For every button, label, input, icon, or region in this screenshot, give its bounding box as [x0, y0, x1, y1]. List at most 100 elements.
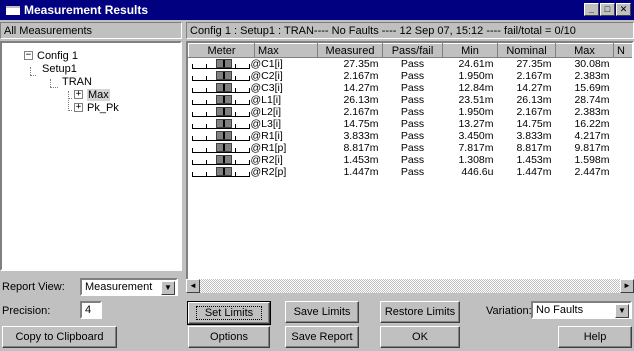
- pass-fail-cell: Pass: [400, 94, 425, 106]
- maximize-button[interactable]: □: [600, 3, 615, 16]
- pass-fail-cell: Pass: [400, 166, 425, 178]
- report-view-label: Report View:: [2, 281, 65, 293]
- table-row[interactable]: @R1[i] 3.833m Pass 3.450m 3.833m 4.217m: [189, 130, 633, 142]
- measurement-tree[interactable]: − Config 1 Setup1 TRAN + Max + Pk_Pk: [0, 41, 182, 271]
- save-limits-button[interactable]: Save Limits: [285, 301, 359, 323]
- expand-icon[interactable]: +: [74, 103, 83, 112]
- collapse-icon[interactable]: −: [24, 51, 33, 60]
- pass-fail-cell: Pass: [400, 82, 425, 94]
- table-row[interactable]: @C1[i] 27.35m Pass 24.61m 27.35m 30.08m: [189, 58, 633, 71]
- max-cell: 15.69m: [574, 82, 610, 94]
- column-header-meter[interactable]: Meter: [188, 43, 255, 58]
- scroll-left-icon[interactable]: ◄: [186, 279, 200, 293]
- tree-node-pk-pk[interactable]: + Pk_Pk: [74, 101, 119, 114]
- tree-label-tran: TRAN: [62, 75, 92, 88]
- meter-cell: @R2[i]: [189, 154, 318, 166]
- precision-label: Precision:: [2, 305, 51, 317]
- n-cell: [614, 94, 633, 106]
- ok-button[interactable]: OK: [380, 326, 460, 348]
- measured-cell: 2.167m: [343, 70, 379, 82]
- set-limits-button[interactable]: Set Limits: [187, 301, 271, 325]
- variation-label: Variation:: [486, 305, 532, 317]
- meter-bar-icon: [191, 58, 250, 69]
- table-row[interactable]: @L2[i] 2.167m Pass 1.950m 2.167m 2.383m: [189, 106, 633, 118]
- tree-label-max: Max: [87, 88, 110, 101]
- table-row[interactable]: @R2[p] 1.447m Pass 446.6u 1.447m 2.447m: [189, 166, 633, 178]
- tree-node-max[interactable]: + Max: [74, 88, 110, 101]
- pass-fail-cell: Pass: [400, 142, 425, 154]
- n-cell: [614, 118, 633, 130]
- table-row[interactable]: @R2[i] 1.453m Pass 1.308m 1.453m 1.598m: [189, 154, 633, 166]
- close-button[interactable]: ✕: [616, 3, 631, 16]
- measured-cell: 1.447m: [343, 166, 379, 178]
- measured-cell: 8.817m: [343, 142, 379, 154]
- pass-fail-cell: Pass: [400, 130, 425, 142]
- variation-select[interactable]: No Faults ▼: [531, 301, 632, 319]
- max-cell: 2.383m: [574, 70, 610, 82]
- nominal-cell: 14.75m: [516, 118, 552, 130]
- meter-cell: @L2[i]: [189, 106, 318, 118]
- dropdown-arrow-icon[interactable]: ▼: [161, 281, 175, 295]
- table-row[interactable]: @C3[i] 14.27m Pass 12.84m 14.27m 15.69m: [189, 82, 633, 94]
- copy-to-clipboard-button[interactable]: Copy to Clipboard: [2, 326, 117, 348]
- meter-cell: @L3[i]: [189, 118, 318, 130]
- precision-input[interactable]: 4: [80, 301, 102, 319]
- measured-cell: 14.75m: [343, 118, 379, 130]
- horizontal-scrollbar[interactable]: ◄ ►: [186, 279, 634, 293]
- column-header-pass-fail[interactable]: Pass/fail: [382, 43, 443, 58]
- measurement-name: @R1[p]: [250, 142, 287, 154]
- table-row[interactable]: @L1[i] 26.13m Pass 23.51m 26.13m 28.74m: [189, 94, 633, 106]
- measured-cell: 27.35m: [343, 58, 379, 70]
- column-header-nominal[interactable]: Nominal: [497, 43, 556, 58]
- tree-label-config: Config 1: [37, 49, 78, 62]
- save-report-button[interactable]: Save Report: [285, 326, 359, 348]
- tree-node-config[interactable]: − Config 1: [24, 49, 78, 62]
- help-button[interactable]: Help: [558, 326, 632, 348]
- measurement-name: @R1[i]: [250, 130, 283, 142]
- column-header-name[interactable]: Max: [254, 43, 318, 58]
- measured-cell: 26.13m: [343, 94, 379, 106]
- min-cell: 7.817m: [458, 142, 494, 154]
- max-cell: 16.22m: [574, 118, 610, 130]
- table-row[interactable]: @C2[i] 2.167m Pass 1.950m 2.167m 2.383m: [189, 70, 633, 82]
- set-limits-label: Set Limits: [195, 306, 263, 320]
- restore-limits-button[interactable]: Restore Limits: [380, 301, 460, 323]
- table-row[interactable]: @L3[i] 14.75m Pass 13.27m 14.75m 16.22m: [189, 118, 633, 130]
- meter-cell: @L1[i]: [189, 94, 318, 106]
- tree-node-setup[interactable]: Setup1: [36, 62, 77, 75]
- meter-bar-icon: [191, 118, 250, 129]
- measurement-name: @L1[i]: [250, 94, 282, 106]
- scroll-right-icon[interactable]: ►: [620, 279, 634, 293]
- scroll-track[interactable]: [200, 279, 620, 293]
- results-grid[interactable]: Meter Max Measured Pass/fail Min Nominal…: [186, 41, 634, 293]
- n-cell: [614, 58, 633, 71]
- expand-icon[interactable]: +: [74, 90, 83, 99]
- nominal-cell: 8.817m: [516, 142, 552, 154]
- meter-cell: @R2[p]: [189, 166, 318, 178]
- options-button[interactable]: Options: [188, 326, 270, 348]
- title-bar: Measurement Results _ □ ✕: [0, 0, 634, 20]
- report-view-select[interactable]: Measurement ▼: [80, 278, 178, 296]
- meter-cell: @C2[i]: [189, 70, 318, 82]
- column-header-min[interactable]: Min: [442, 43, 498, 58]
- nominal-cell: 1.453m: [516, 154, 552, 166]
- tree-node-tran[interactable]: TRAN: [56, 75, 92, 88]
- column-header-measured[interactable]: Measured: [317, 43, 383, 58]
- max-cell: 30.08m: [574, 58, 610, 70]
- meter-bar-icon: [191, 142, 250, 153]
- n-cell: [614, 70, 633, 82]
- results-summary-header: Config 1 : Setup1 : TRAN---- No Faults -…: [186, 22, 634, 39]
- report-view-value: Measurement: [85, 281, 153, 293]
- n-cell: [614, 130, 633, 142]
- column-header-max[interactable]: Max: [555, 43, 614, 58]
- max-cell: 4.217m: [574, 130, 610, 142]
- tree-label-setup: Setup1: [42, 62, 77, 75]
- min-cell: 23.51m: [458, 94, 494, 106]
- dropdown-arrow-icon[interactable]: ▼: [615, 304, 629, 318]
- meter-bar-icon: [191, 82, 250, 93]
- minimize-button[interactable]: _: [584, 3, 599, 16]
- table-row[interactable]: @R1[p] 8.817m Pass 7.817m 8.817m 9.817m: [189, 142, 633, 154]
- column-header-n[interactable]: N: [613, 43, 632, 58]
- tree-label-pk-pk: Pk_Pk: [87, 101, 119, 114]
- meter-cell: @C1[i]: [189, 58, 318, 70]
